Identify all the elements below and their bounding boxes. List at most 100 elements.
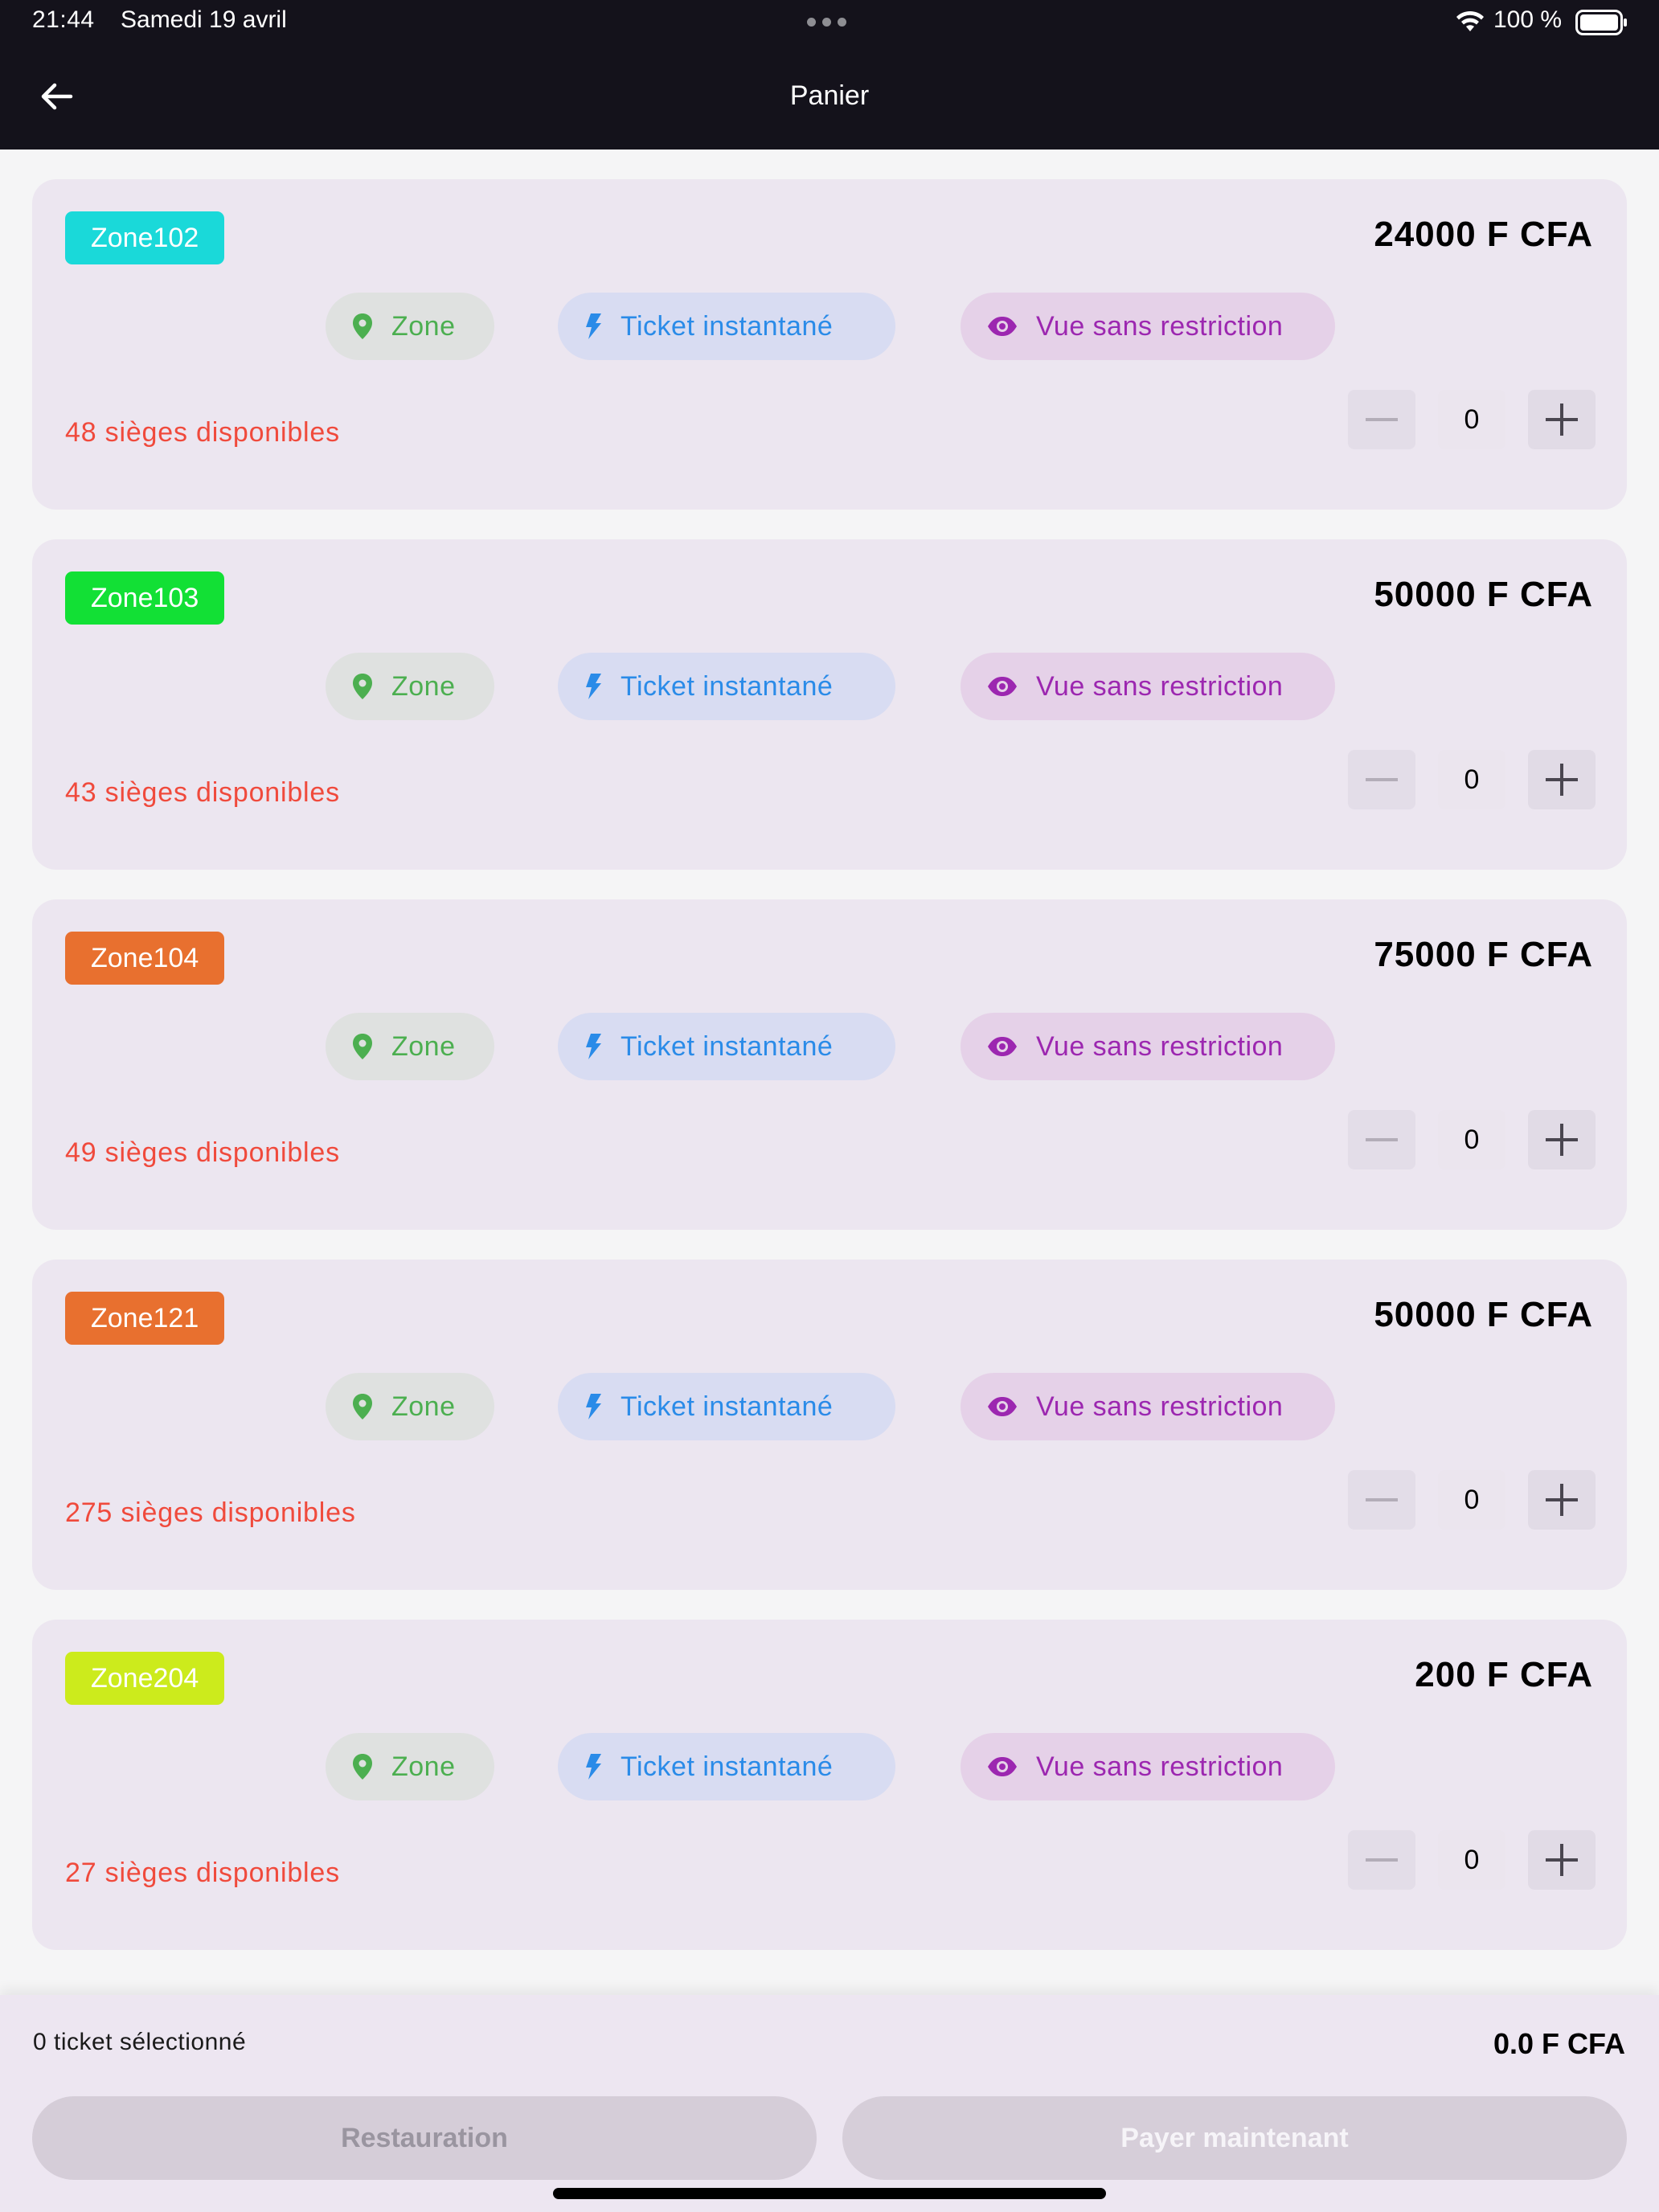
lightning-bolt-icon [586,674,601,699]
increment-button[interactable] [1528,390,1596,449]
zone-card: Zone204 200 F CFA Zone Ticket instantané… [32,1620,1627,1950]
page-title: Panier [789,80,870,111]
increment-button[interactable] [1528,750,1596,809]
zone-chip: Zone [326,653,494,720]
view-chip-label: Vue sans restriction [1036,1391,1284,1422]
lightning-bolt-icon [586,313,601,339]
ticket-chip: Ticket instantané [558,653,895,720]
available-seats: 275 sièges disponibles [65,1497,356,1528]
zone-chip-label: Zone [391,1030,456,1062]
lightning-bolt-icon [586,1394,601,1419]
zone-chip: Zone [326,1733,494,1800]
battery-percentage: 100 % [1493,6,1563,33]
quantity-value[interactable]: 0 [1438,1110,1505,1169]
location-pin-icon [353,1394,372,1419]
decrement-button[interactable] [1348,390,1415,449]
lightning-bolt-icon [586,1754,601,1780]
minus-icon [1366,778,1398,781]
decrement-button[interactable] [1348,1830,1415,1890]
location-pin-icon [353,1034,372,1059]
quantity-value[interactable]: 0 [1438,1470,1505,1530]
cart-total: 0.0 F CFA [1493,2027,1625,2060]
ticket-chip-label: Ticket instantané [621,670,834,702]
eye-icon [988,317,1017,336]
zone-badge: Zone104 [65,932,225,985]
zone-list: Zone102 24000 F CFA Zone Ticket instanta… [32,179,1627,1980]
location-pin-icon [353,1754,372,1780]
increment-button[interactable] [1528,1110,1596,1169]
zone-badge: Zone121 [65,1292,225,1345]
zone-badge: Zone103 [65,571,225,625]
multitasking-dots-icon[interactable] [807,18,846,27]
plus-icon [1546,1844,1578,1876]
zone-chip: Zone [326,1373,494,1440]
available-seats: 43 sièges disponibles [65,777,340,808]
status-time: 21:44 [32,6,95,33]
ticket-chip: Ticket instantané [558,1013,895,1080]
view-chip: Vue sans restriction [961,1373,1335,1440]
eye-icon [988,677,1017,696]
view-chip-label: Vue sans restriction [1036,1030,1284,1062]
decrement-button[interactable] [1348,750,1415,809]
zone-chip: Zone [326,293,494,360]
wifi-icon [1456,10,1484,31]
zone-card: Zone102 24000 F CFA Zone Ticket instanta… [32,179,1627,510]
zone-badge: Zone204 [65,1652,225,1705]
eye-icon [988,1037,1017,1056]
ticket-chip-label: Ticket instantané [621,1030,834,1062]
home-indicator [553,2188,1106,2199]
available-seats: 49 sièges disponibles [65,1137,340,1168]
ticket-chip-label: Ticket instantané [621,310,834,342]
available-seats: 27 sièges disponibles [65,1858,340,1888]
plus-icon [1546,403,1578,436]
view-chip-label: Vue sans restriction [1036,1751,1284,1782]
zone-card: Zone104 75000 F CFA Zone Ticket instanta… [32,899,1627,1230]
view-chip: Vue sans restriction [961,1013,1335,1080]
view-chip-label: Vue sans restriction [1036,310,1284,342]
ticket-chip: Ticket instantané [558,1373,895,1440]
zone-chip-label: Zone [391,310,456,342]
zone-chip-label: Zone [391,1751,456,1782]
increment-button[interactable] [1528,1830,1596,1890]
zone-card: Zone103 50000 F CFA Zone Ticket instanta… [32,539,1627,870]
quantity-value[interactable]: 0 [1438,390,1505,449]
decrement-button[interactable] [1348,1470,1415,1530]
minus-icon [1366,1498,1398,1501]
decrement-button[interactable] [1348,1110,1415,1169]
view-chip: Vue sans restriction [961,293,1335,360]
pay-now-button[interactable]: Payer maintenant [842,2096,1627,2180]
restauration-button[interactable]: Restauration [32,2096,817,2180]
zone-price: 24000 F CFA [1374,215,1593,254]
zone-price: 50000 F CFA [1374,575,1593,614]
battery-icon [1575,10,1627,35]
cart-summary-bar: 0 ticket sélectionné 0.0 F CFA Restaurat… [0,1995,1659,2212]
location-pin-icon [353,674,372,699]
minus-icon [1366,1138,1398,1141]
zone-badge: Zone102 [65,211,225,264]
lightning-bolt-icon [586,1034,601,1059]
zone-chip-label: Zone [391,670,456,702]
eye-icon [988,1757,1017,1776]
top-bar: 21:44 Samedi 19 avril 100 % Panier [0,0,1659,150]
view-chip: Vue sans restriction [961,653,1335,720]
zone-chip: Zone [326,1013,494,1080]
selected-ticket-count: 0 ticket sélectionné [33,2029,247,2055]
zone-price: 75000 F CFA [1374,935,1593,974]
quantity-value[interactable]: 0 [1438,1830,1505,1890]
view-chip-label: Vue sans restriction [1036,670,1284,702]
zone-price: 50000 F CFA [1374,1295,1593,1334]
ticket-chip-label: Ticket instantané [621,1391,834,1422]
increment-button[interactable] [1528,1470,1596,1530]
minus-icon [1366,418,1398,421]
ticket-chip: Ticket instantané [558,1733,895,1800]
plus-icon [1546,764,1578,796]
location-pin-icon [353,313,372,339]
status-date: Samedi 19 avril [121,6,287,33]
ticket-chip: Ticket instantané [558,293,895,360]
view-chip: Vue sans restriction [961,1733,1335,1800]
zone-chip-label: Zone [391,1391,456,1422]
quantity-value[interactable]: 0 [1438,750,1505,809]
plus-icon [1546,1484,1578,1516]
plus-icon [1546,1124,1578,1156]
available-seats: 48 sièges disponibles [65,417,340,448]
